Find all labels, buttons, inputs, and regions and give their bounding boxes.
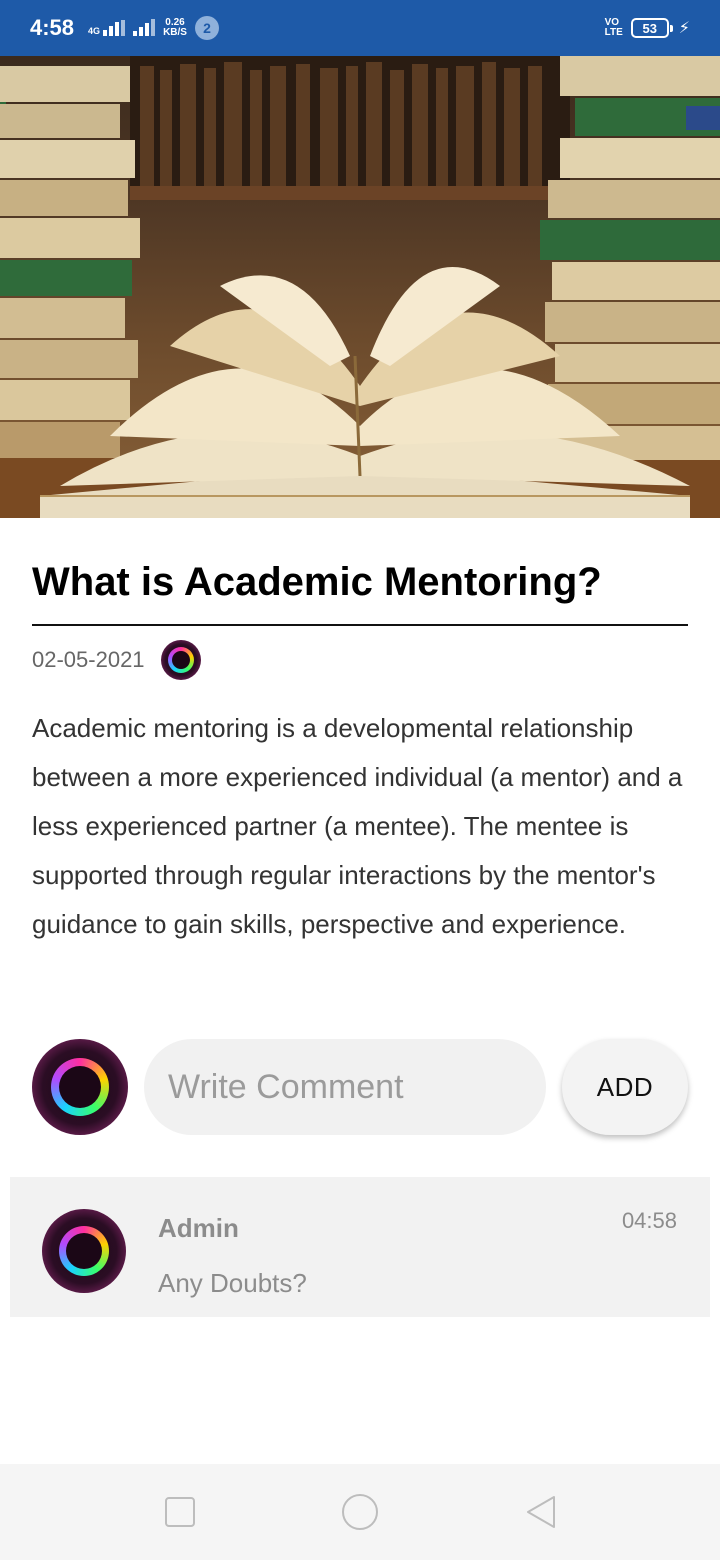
add-comment-button[interactable]: ADD bbox=[562, 1039, 688, 1135]
notification-badge: 2 bbox=[194, 16, 219, 40]
status-icons-right: VO LTE 53 ⚡ bbox=[605, 18, 690, 38]
comment-input[interactable] bbox=[144, 1039, 546, 1135]
title-divider bbox=[32, 624, 688, 626]
charging-icon: ⚡ bbox=[678, 20, 690, 37]
system-nav-bar bbox=[0, 1464, 720, 1560]
battery-icon: 53 bbox=[630, 18, 673, 38]
article-date: 02-05-2021 bbox=[32, 647, 145, 672]
comment-item: Admin Any Doubts? 04:58 bbox=[10, 1177, 710, 1317]
home-circle-icon[interactable] bbox=[340, 1492, 380, 1532]
author-avatar-icon[interactable] bbox=[160, 640, 201, 680]
network-speed: 0.26 KB/S bbox=[163, 17, 187, 38]
article-title: What is Academic Mentoring? bbox=[32, 560, 602, 604]
article-meta: 02-05-2021 bbox=[32, 640, 201, 680]
status-icons-left: 4G 0.26 KB/S 2 bbox=[88, 16, 219, 40]
commenter-avatar-icon[interactable] bbox=[42, 1209, 126, 1293]
signal-2-icon bbox=[133, 19, 156, 36]
user-avatar-icon[interactable] bbox=[32, 1039, 128, 1135]
status-time: 4:58 bbox=[30, 15, 75, 40]
hero-image bbox=[0, 56, 720, 518]
volte-icon: VO LTE bbox=[604, 17, 623, 38]
recents-square-icon[interactable] bbox=[162, 1494, 198, 1530]
article-body: Academic mentoring is a developmental re… bbox=[32, 713, 683, 939]
comment-time: 04:58 bbox=[621, 1208, 677, 1233]
open-books-icon bbox=[0, 56, 720, 518]
comment-author: Admin bbox=[158, 1213, 239, 1243]
comment-text: Any Doubts? bbox=[158, 1268, 307, 1298]
status-bar: 4:58 4G 0.26 KB/S 2 VO LTE 53 ⚡ bbox=[0, 0, 720, 56]
back-triangle-icon[interactable] bbox=[522, 1494, 558, 1530]
signal-1-icon: 4G bbox=[88, 20, 126, 36]
